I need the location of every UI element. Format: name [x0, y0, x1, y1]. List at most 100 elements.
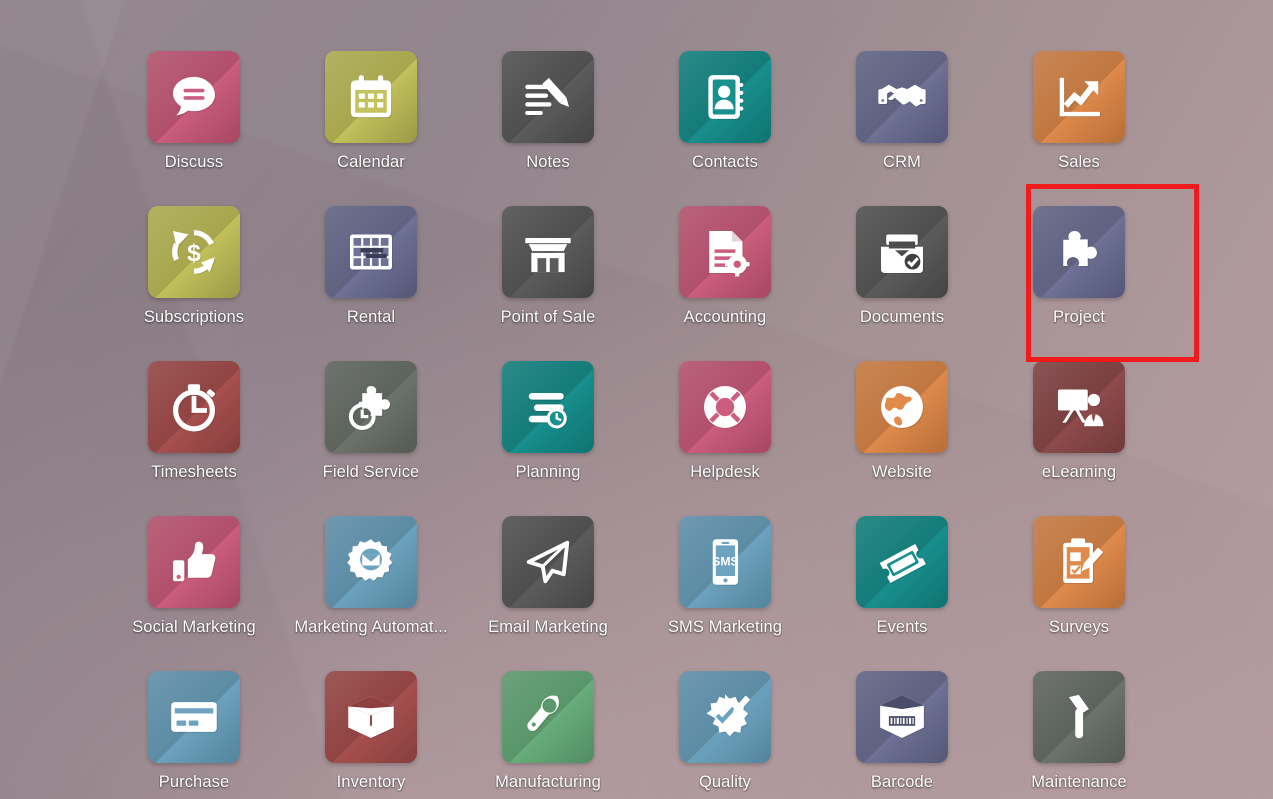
file-drawer-check-icon-glyph	[874, 224, 930, 280]
app-label: Discuss	[164, 153, 224, 171]
presenter-board-icon-glyph	[1051, 379, 1107, 435]
storefront-icon-glyph	[520, 224, 576, 280]
clipboard-pencil-icon[interactable]	[1033, 516, 1125, 608]
ticket-icon-glyph	[874, 534, 930, 590]
app-item-subscriptions[interactable]: $ Subscriptions	[106, 206, 283, 361]
app-item-surveys[interactable]: Surveys	[991, 516, 1168, 671]
app-item-accounting[interactable]: Accounting	[637, 206, 814, 361]
wrench-icon-glyph	[520, 689, 576, 745]
app-item-website[interactable]: Website	[814, 361, 991, 516]
app-label: Calendar	[337, 153, 405, 171]
app-item-project[interactable]: Project	[991, 206, 1168, 361]
badge-check-pencil-icon[interactable]	[679, 671, 771, 763]
app-label: Field Service	[322, 463, 420, 481]
app-item-helpdesk[interactable]: Helpdesk	[637, 361, 814, 516]
puzzle-piece-icon[interactable]	[1033, 206, 1125, 298]
app-label: Website	[871, 463, 932, 481]
address-book-icon[interactable]	[679, 51, 771, 143]
chat-bubble-icon[interactable]	[148, 51, 240, 143]
globe-icon-glyph	[874, 379, 930, 435]
note-pencil-icon-glyph	[520, 69, 576, 125]
app-label: Surveys	[1048, 618, 1110, 636]
app-item-sms-marketing[interactable]: SMS SMS Marketing	[637, 516, 814, 671]
app-item-sales[interactable]: Sales	[991, 51, 1168, 206]
gantt-grid-icon[interactable]	[325, 206, 417, 298]
credit-card-icon[interactable]	[148, 671, 240, 763]
app-label: Purchase	[158, 773, 230, 791]
app-label: Social Marketing	[132, 618, 256, 636]
app-item-email-marketing[interactable]: Email Marketing	[460, 516, 637, 671]
app-item-social-marketing[interactable]: Social Marketing	[106, 516, 283, 671]
stopwatch-icon-glyph	[166, 379, 222, 435]
app-label: Marketing Automat...	[294, 618, 448, 636]
badge-check-pencil-icon-glyph	[697, 689, 753, 745]
app-label: Manufacturing	[495, 773, 601, 791]
app-item-crm[interactable]: CRM	[814, 51, 991, 206]
app-item-marketing-automat[interactable]: Marketing Automat...	[283, 516, 460, 671]
handshake-icon-glyph	[874, 69, 930, 125]
invoice-gear-icon[interactable]	[679, 206, 771, 298]
app-item-notes[interactable]: Notes	[460, 51, 637, 206]
open-box-icon[interactable]	[325, 671, 417, 763]
ticket-icon[interactable]	[856, 516, 948, 608]
paper-plane-icon-glyph	[520, 534, 576, 590]
app-label: Notes	[526, 153, 570, 171]
presenter-board-icon[interactable]	[1033, 361, 1125, 453]
app-item-field-service[interactable]: Field Service	[283, 361, 460, 516]
stopwatch-icon[interactable]	[148, 361, 240, 453]
barcode-box-icon[interactable]	[856, 671, 948, 763]
bars-clock-icon[interactable]	[502, 361, 594, 453]
globe-icon[interactable]	[856, 361, 948, 453]
phone-sms-icon[interactable]: SMS	[679, 516, 771, 608]
calendar-icon[interactable]	[325, 51, 417, 143]
handshake-icon[interactable]	[856, 51, 948, 143]
app-label: SMS Marketing	[667, 618, 783, 636]
puzzle-stopwatch-icon[interactable]	[325, 361, 417, 453]
app-item-timesheets[interactable]: Timesheets	[106, 361, 283, 516]
app-item-inventory[interactable]: Inventory	[283, 671, 460, 799]
svg-text:$: $	[187, 240, 201, 267]
app-item-purchase[interactable]: Purchase	[106, 671, 283, 799]
file-drawer-check-icon[interactable]	[856, 206, 948, 298]
clipboard-pencil-icon-glyph	[1051, 534, 1107, 590]
app-item-quality[interactable]: Quality	[637, 671, 814, 799]
bars-clock-icon-glyph	[520, 379, 576, 435]
app-item-elearning[interactable]: eLearning	[991, 361, 1168, 516]
app-label: Documents	[859, 308, 945, 326]
gear-envelope-icon-glyph	[343, 534, 399, 590]
app-item-contacts[interactable]: Contacts	[637, 51, 814, 206]
wrench-icon[interactable]	[502, 671, 594, 763]
app-item-point-of-sale[interactable]: Point of Sale	[460, 206, 637, 361]
app-label: Inventory	[336, 773, 406, 791]
hammer-icon[interactable]	[1033, 671, 1125, 763]
recurring-dollar-icon-glyph: $	[166, 224, 222, 280]
recurring-dollar-icon[interactable]: $	[148, 206, 240, 298]
app-item-manufacturing[interactable]: Manufacturing	[460, 671, 637, 799]
thumbs-up-icon[interactable]	[148, 516, 240, 608]
app-label: Subscriptions	[143, 308, 245, 326]
credit-card-icon-glyph	[166, 689, 222, 745]
app-item-discuss[interactable]: Discuss	[106, 51, 283, 206]
app-item-rental[interactable]: Rental	[283, 206, 460, 361]
note-pencil-icon[interactable]	[502, 51, 594, 143]
storefront-icon[interactable]	[502, 206, 594, 298]
app-item-documents[interactable]: Documents	[814, 206, 991, 361]
app-item-planning[interactable]: Planning	[460, 361, 637, 516]
invoice-gear-icon-glyph	[697, 224, 753, 280]
paper-plane-icon[interactable]	[502, 516, 594, 608]
app-label: Quality	[698, 773, 752, 791]
hammer-icon-glyph	[1051, 689, 1107, 745]
app-label: Barcode	[870, 773, 934, 791]
chat-bubble-icon-glyph	[166, 69, 222, 125]
gear-envelope-icon[interactable]	[325, 516, 417, 608]
app-item-maintenance[interactable]: Maintenance	[991, 671, 1168, 799]
app-item-barcode[interactable]: Barcode	[814, 671, 991, 799]
app-item-events[interactable]: Events	[814, 516, 991, 671]
app-label: Sales	[1058, 153, 1100, 171]
app-item-calendar[interactable]: Calendar	[283, 51, 460, 206]
life-ring-icon[interactable]	[679, 361, 771, 453]
growth-chart-icon[interactable]	[1033, 51, 1125, 143]
app-label: Timesheets	[151, 463, 237, 481]
svg-text:SMS: SMS	[712, 555, 739, 569]
open-box-icon-glyph	[343, 689, 399, 745]
